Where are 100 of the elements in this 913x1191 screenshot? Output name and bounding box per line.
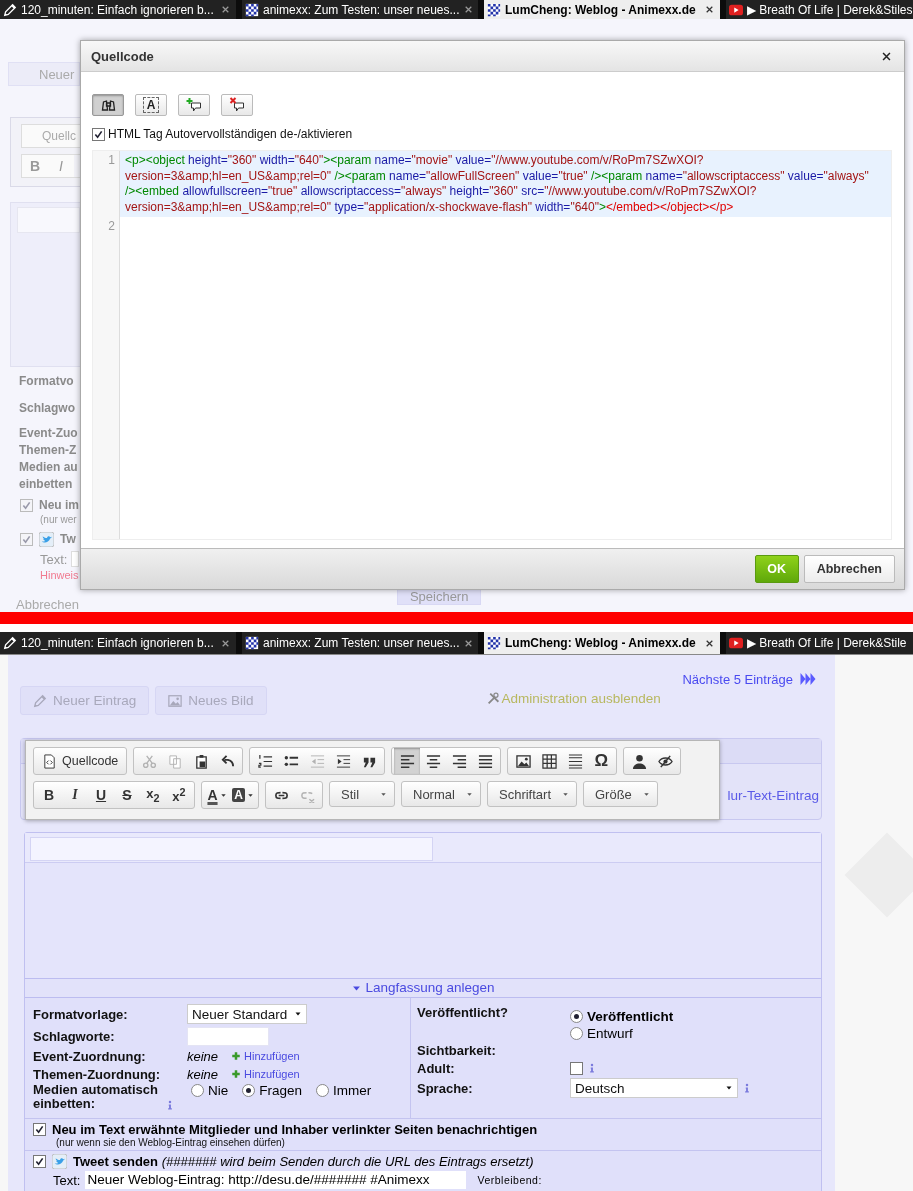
strike-button[interactable]: S	[114, 782, 140, 808]
browser-tab[interactable]: animexx: Zum Testen: unser neues...	[242, 632, 478, 654]
bullet-list-icon	[283, 753, 299, 769]
notify-label: Neu im	[39, 497, 79, 514]
browser-tab[interactable]: LumCheng: Weblog - Animexx.de	[484, 0, 720, 19]
code-editor[interactable]	[92, 150, 892, 540]
notify-note: (nur wenn sie den Weblog-Eintrag einsehen dürfen)	[56, 1137, 286, 1148]
browser-tab[interactable]: ▶ Breath Of Life | Derek&Stile	[726, 632, 913, 654]
field-label: Schlagworte:	[33, 1028, 116, 1044]
close-icon	[221, 5, 230, 14]
browser-tab[interactable]: ▶ Breath Of Life | Derek&Stiles	[726, 0, 913, 19]
horizontal-lines-icon	[567, 753, 583, 769]
format-select[interactable]: Neuer Standard	[187, 1004, 307, 1024]
next-entries-link[interactable]: Nächste 5 Einträge	[682, 671, 793, 687]
superscript-button[interactable]: x$^{2}$	[166, 782, 192, 808]
checkbox[interactable]	[33, 1123, 46, 1136]
scissors-icon	[141, 753, 157, 769]
title-field[interactable]	[30, 837, 433, 861]
bold-button[interactable]: B	[36, 782, 62, 808]
align-center-icon	[425, 753, 441, 769]
letter-box-button[interactable]: A	[135, 94, 167, 116]
image-icon	[168, 693, 183, 708]
pencil-icon	[3, 2, 17, 17]
radio-button[interactable]	[316, 1084, 330, 1097]
field-label: Formatvo	[19, 373, 75, 390]
browser-tab[interactable]: animexx: Zum Testen: unser neues...	[242, 0, 478, 19]
dropdown[interactable]: Größe	[583, 781, 658, 807]
field-label: Medien au	[19, 459, 78, 476]
dialog-title: Quellcode	[91, 48, 154, 64]
tags-field[interactable]	[187, 1026, 269, 1046]
checkbox[interactable]	[92, 127, 105, 141]
source-button[interactable]: Quellcode	[36, 748, 125, 774]
radio-button[interactable]	[191, 1084, 204, 1097]
indent-icon	[335, 753, 351, 769]
underline-button[interactable]: U	[88, 782, 114, 808]
browser-tab[interactable]: LumCheng: Weblog - Animexx.de	[484, 632, 720, 654]
special-char-button[interactable]: Ω	[588, 748, 615, 774]
play-button-icon	[729, 2, 743, 17]
outdent-icon	[309, 753, 325, 769]
comment-add-button[interactable]	[178, 94, 210, 116]
person-icon	[631, 753, 647, 769]
line-number: 1	[93, 151, 120, 217]
caret-icon	[725, 1084, 733, 1092]
field-label: Schlagwo	[19, 400, 76, 417]
caret-icon	[466, 790, 473, 798]
speech-bubble-plus-icon	[185, 97, 203, 113]
title-field[interactable]	[17, 207, 80, 233]
binoculars-button[interactable]	[92, 94, 124, 116]
radio-button[interactable]	[570, 1010, 583, 1023]
checkbox[interactable]	[20, 533, 33, 546]
hidden-eye-icon	[657, 753, 673, 769]
bird-icon	[39, 532, 54, 547]
comment-remove-button[interactable]	[221, 94, 253, 116]
checkbox[interactable]	[570, 1061, 583, 1075]
add-link[interactable]: Hinzufügen	[244, 1068, 300, 1080]
tools-icon	[486, 692, 500, 705]
cancel-button[interactable]: Abbrechen	[803, 555, 895, 583]
source-page-icon	[42, 753, 57, 769]
dropdown[interactable]: Stil	[329, 781, 395, 807]
align-right-icon	[451, 753, 467, 769]
subscript-button[interactable]: x$_{2}$	[140, 782, 166, 808]
assignment-value: keine	[187, 1066, 220, 1082]
caret-icon	[294, 1010, 302, 1018]
radio-label: Nie	[208, 1083, 229, 1098]
text-label: Text:	[40, 551, 68, 567]
hint-text: Hinweis	[40, 569, 79, 581]
browser-tab[interactable]: 120_minuten: Einfach ignorieren b...	[0, 632, 236, 654]
checkbox[interactable]	[33, 1155, 46, 1168]
tweet-text-field[interactable]	[71, 551, 80, 567]
radio-button[interactable]	[242, 1084, 256, 1097]
text-entry-link[interactable]: lur-Text-Eintrag	[727, 788, 819, 803]
field-label: Themen-Z	[19, 442, 78, 459]
tweet-text-field[interactable]: Neuer Weblog-Eintrag: http://desu.de/####### #Animexx	[85, 1171, 467, 1189]
play-button-icon	[729, 636, 743, 650]
table-icon	[541, 753, 557, 769]
dropdown[interactable]: Normal	[401, 781, 481, 807]
field-label: Sprache:	[417, 1080, 474, 1096]
add-link[interactable]: Hinzufügen	[244, 1050, 300, 1062]
text-color-button[interactable]: A	[204, 782, 230, 808]
caret-icon	[219, 791, 227, 799]
browser-tab[interactable]: 120_minuten: Einfach ignorieren b...	[0, 0, 236, 19]
caret-icon	[380, 790, 387, 798]
bg-color-button[interactable]: A	[230, 782, 256, 808]
language-select[interactable]: Deutsch	[570, 1078, 738, 1098]
align-left-button[interactable]	[394, 748, 421, 774]
plus-icon	[231, 1069, 241, 1079]
close-icon	[881, 50, 892, 62]
italic-button[interactable]: I	[62, 782, 88, 808]
undo-icon	[219, 753, 235, 769]
pencil-icon	[33, 693, 47, 708]
dropdown[interactable]: Schriftart	[487, 781, 577, 807]
radio-button[interactable]	[570, 1027, 583, 1040]
info-icon	[742, 1082, 752, 1094]
field-label: Sichtbarkeit:	[417, 1042, 497, 1058]
field-label: Formatvorlage:	[33, 1006, 129, 1022]
checker-pattern-icon	[245, 2, 259, 17]
align-left-icon	[399, 753, 415, 769]
checkbox[interactable]	[20, 499, 33, 512]
radio-label: Immer	[333, 1083, 372, 1098]
expand-link[interactable]: Langfassung anlegen	[365, 979, 495, 997]
